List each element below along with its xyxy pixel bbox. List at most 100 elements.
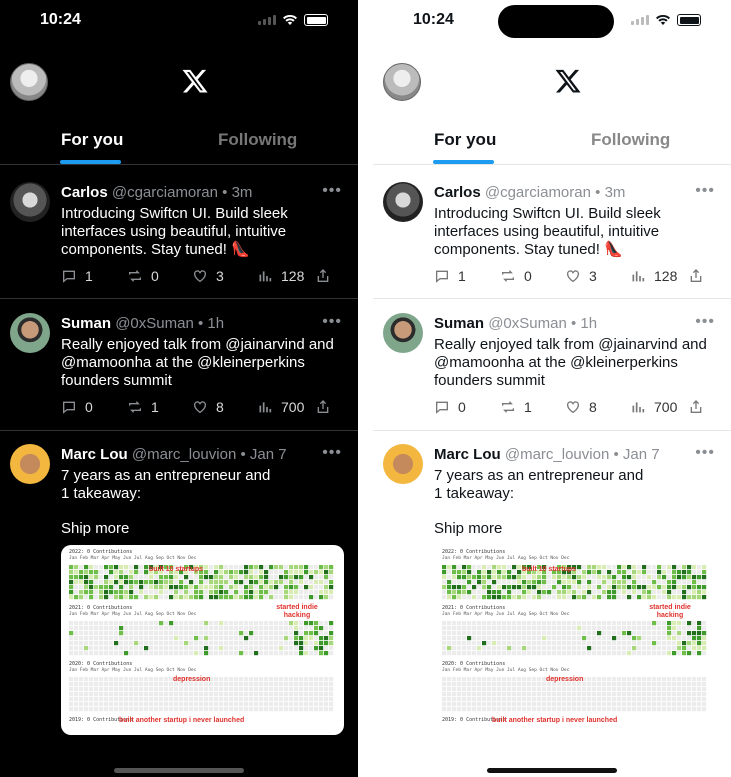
- post-time: Jan 7: [249, 446, 287, 463]
- views-button[interactable]: 128: [257, 268, 304, 284]
- reply-button[interactable]: 0: [434, 399, 466, 415]
- views-icon: [632, 402, 645, 413]
- avatar[interactable]: [383, 313, 423, 353]
- views-count: 128: [654, 268, 678, 284]
- divider: [0, 164, 358, 165]
- more-icon[interactable]: •••: [322, 444, 342, 462]
- share-icon: [690, 269, 702, 282]
- tab-following[interactable]: Following: [591, 130, 670, 150]
- more-icon[interactable]: •••: [695, 444, 715, 462]
- more-icon[interactable]: •••: [695, 313, 715, 331]
- repost-count: 1: [151, 399, 159, 415]
- year-title: 2022: 0 Contributions: [69, 549, 133, 555]
- tab-for-you[interactable]: For you: [61, 130, 123, 150]
- separator-dot: •: [595, 184, 601, 201]
- months-row: Jan Feb Mar Apr May Jun Jul Aug Sep Oct …: [69, 668, 197, 673]
- author-name[interactable]: Marc Lou: [61, 446, 128, 463]
- avatar[interactable]: [383, 182, 423, 222]
- post-time: 3m: [231, 184, 253, 201]
- views-count: 128: [281, 268, 305, 284]
- profile-avatar[interactable]: [383, 63, 421, 101]
- views-icon: [259, 402, 272, 413]
- post-header: Suman @0xSuman • 1h: [434, 315, 597, 332]
- repost-icon: [502, 270, 514, 282]
- like-button[interactable]: 8: [192, 399, 224, 415]
- months-row: Jan Feb Mar Apr May Jun Jul Aug Sep Oct …: [69, 612, 197, 617]
- separator-dot: •: [613, 446, 619, 463]
- like-button[interactable]: 8: [565, 399, 597, 415]
- phone-light-mode: 10:24 For you Following Carlos @cgarciam…: [373, 0, 731, 777]
- divider: [0, 298, 358, 299]
- year-title: 2020: 0 Contributions: [69, 661, 133, 667]
- tab-following[interactable]: Following: [218, 130, 297, 150]
- separator-dot: •: [570, 315, 577, 332]
- divider: [0, 430, 358, 431]
- like-button[interactable]: 3: [192, 268, 224, 284]
- more-icon[interactable]: •••: [322, 313, 342, 331]
- views-button[interactable]: 128: [630, 268, 677, 284]
- post-text: Really enjoyed talk from @jainarvind and…: [434, 336, 707, 389]
- reply-button[interactable]: 0: [61, 399, 93, 415]
- post-image[interactable]: 2022: 0 Contributions Jan Feb Mar Apr Ma…: [434, 545, 717, 735]
- share-button[interactable]: [688, 399, 704, 415]
- repost-button[interactable]: 1: [127, 399, 159, 415]
- year-title: 2022: 0 Contributions: [442, 549, 506, 555]
- signal-icon: [258, 15, 276, 25]
- share-button[interactable]: [315, 399, 331, 415]
- wifi-icon: [283, 14, 297, 25]
- repost-button[interactable]: 0: [127, 268, 159, 284]
- share-button[interactable]: [688, 268, 704, 284]
- months-row: Jan Feb Mar Apr May Jun Jul Aug Sep Oct …: [69, 556, 197, 561]
- gap: [358, 0, 373, 777]
- reply-count: 0: [458, 399, 466, 415]
- feed-tabs: For you Following: [0, 118, 358, 164]
- avatar[interactable]: [10, 444, 50, 484]
- tab-for-you[interactable]: For you: [434, 130, 496, 150]
- more-icon[interactable]: •••: [695, 182, 715, 200]
- author-name[interactable]: Carlos: [434, 184, 481, 201]
- avatar[interactable]: [383, 444, 423, 484]
- views-button[interactable]: 700: [630, 399, 677, 415]
- reply-count: 0: [85, 399, 93, 415]
- status-icons: [631, 14, 701, 26]
- post-actions: 1 0 3 128: [434, 268, 711, 286]
- home-indicator: [114, 768, 244, 773]
- like-count: 3: [589, 268, 597, 284]
- like-button[interactable]: 3: [565, 268, 597, 284]
- post-header: Marc Lou @marc_louvion • Jan 7: [61, 446, 287, 463]
- x-logo-icon[interactable]: [181, 67, 209, 95]
- more-icon[interactable]: •••: [322, 182, 342, 200]
- post-time: 1h: [207, 315, 225, 332]
- feed-tabs: For you Following: [373, 118, 731, 164]
- author-handle: @marc_louvion: [504, 446, 610, 463]
- annotation: depression: [173, 676, 211, 683]
- contrib-grid: [442, 621, 707, 656]
- avatar[interactable]: [10, 313, 50, 353]
- like-icon: [567, 401, 579, 414]
- divider: [373, 430, 731, 431]
- repost-button[interactable]: 0: [500, 268, 532, 284]
- x-logo-icon[interactable]: [554, 67, 582, 95]
- reply-count: 1: [85, 268, 93, 284]
- repost-button[interactable]: 1: [500, 399, 532, 415]
- reply-button[interactable]: 1: [434, 268, 466, 284]
- post-text: Really enjoyed talk from @jainarvind and…: [61, 336, 334, 389]
- avatar[interactable]: [10, 182, 50, 222]
- reply-icon: [436, 401, 448, 414]
- annotation: depression: [546, 676, 584, 683]
- status-bar: 10:24: [373, 0, 731, 44]
- author-handle: @0xSuman: [115, 315, 194, 332]
- post-actions: 0 1 8 700: [434, 399, 711, 417]
- status-bar: 10:24: [0, 0, 358, 44]
- share-button[interactable]: [315, 268, 331, 284]
- views-button[interactable]: 700: [257, 399, 304, 415]
- post-image[interactable]: 2022: 0 Contributions Jan Feb Mar Apr Ma…: [61, 545, 344, 735]
- profile-avatar[interactable]: [10, 63, 48, 101]
- share-icon: [690, 400, 702, 413]
- author-name[interactable]: Carlos: [61, 184, 108, 201]
- author-name[interactable]: Suman: [434, 315, 484, 332]
- annotation: started indie hacking: [649, 604, 691, 619]
- author-name[interactable]: Suman: [61, 315, 111, 332]
- author-name[interactable]: Marc Lou: [434, 446, 501, 463]
- reply-button[interactable]: 1: [61, 268, 93, 284]
